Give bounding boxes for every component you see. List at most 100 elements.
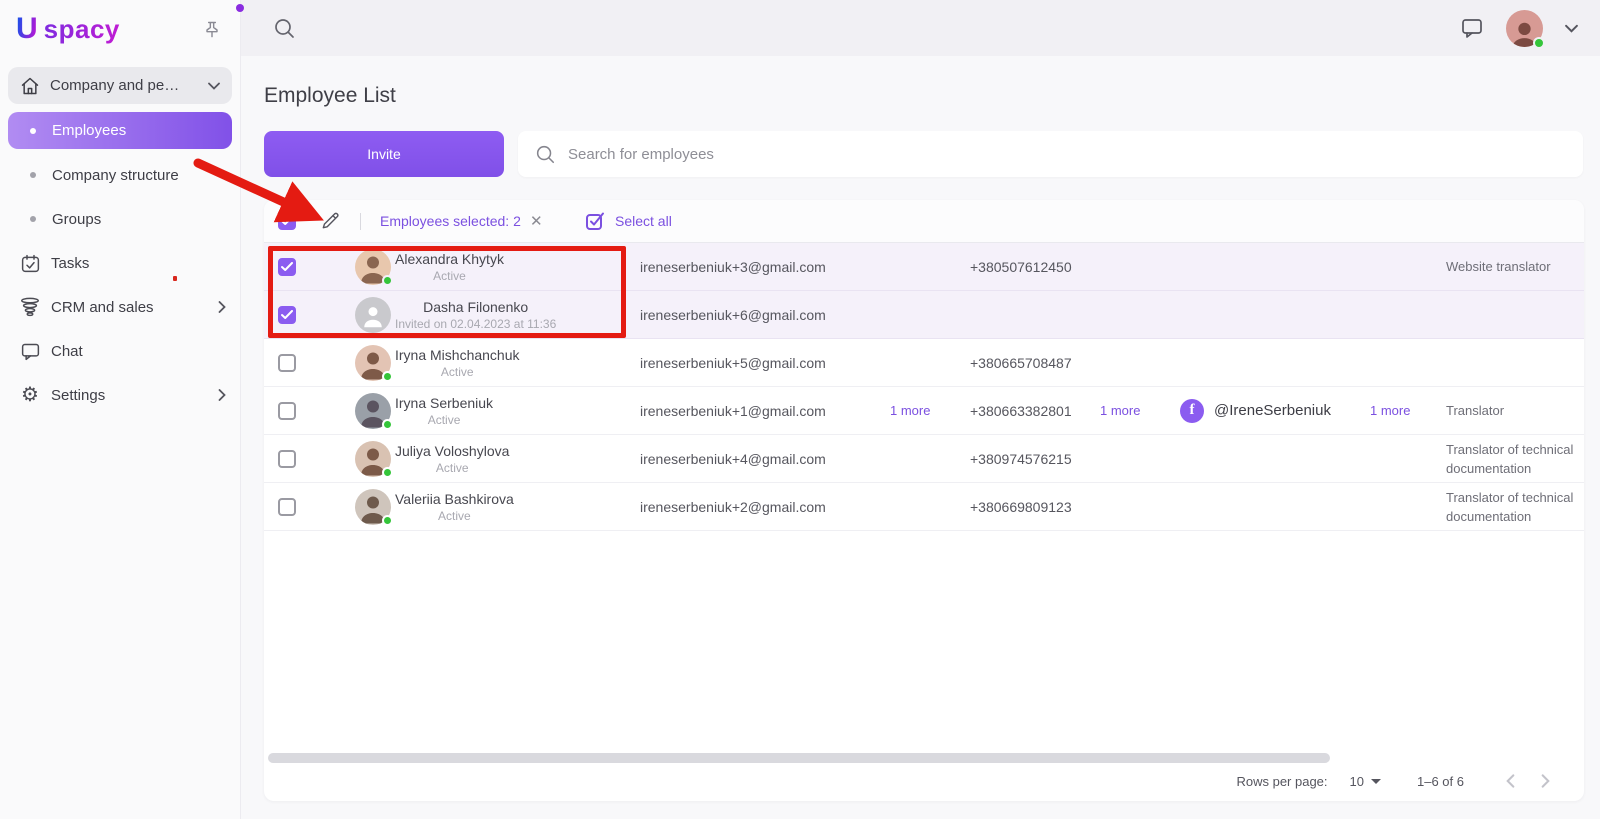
table-row[interactable]: Alexandra Khytyk Active ireneserbeniuk+3@… — [264, 243, 1584, 291]
chevron-right-icon — [218, 389, 226, 401]
avatar — [355, 344, 393, 382]
sidebar-item-settings[interactable]: ⚙ Settings — [0, 373, 240, 417]
more-phones-link[interactable]: 1 more — [1100, 387, 1140, 434]
more-emails-link[interactable]: 1 more — [890, 387, 930, 434]
pin-sidebar-icon[interactable] — [200, 18, 224, 42]
sidebar-item-label: Company structure — [52, 166, 179, 184]
sidebar-item-groups[interactable]: Groups — [0, 197, 240, 241]
next-page-button[interactable] — [1535, 774, 1556, 788]
sidebar-item-chat[interactable]: Chat — [0, 329, 240, 373]
select-all-icon — [586, 212, 604, 230]
profile-menu-chevron-icon[interactable] — [1565, 24, 1578, 33]
home-icon — [20, 76, 40, 96]
online-status-dot — [382, 370, 393, 382]
online-status-dot — [1533, 36, 1545, 49]
chevron-right-icon — [218, 301, 226, 313]
employee-phone: +380669809123 — [970, 498, 1072, 515]
online-status-dot — [382, 418, 393, 430]
employee-phone: +380665708487 — [970, 354, 1072, 371]
sidebar-item-label: Employees — [52, 122, 127, 139]
row-checkbox[interactable] — [278, 353, 296, 372]
more-socials-link[interactable]: 1 more — [1370, 387, 1410, 434]
table-footer: Rows per page: 10 1–6 of 6 — [264, 761, 1584, 801]
rows-per-page-select[interactable]: 10 — [1350, 774, 1381, 789]
facebook-icon[interactable]: f — [1180, 398, 1204, 423]
table-row[interactable]: Juliya Voloshylova Active ireneserbeniuk+… — [264, 435, 1584, 483]
selected-count-label: Employees selected: 2 — [380, 213, 521, 229]
employee-name[interactable]: Iryna Serbeniuk — [395, 395, 493, 411]
online-status-dot — [382, 466, 393, 478]
clear-selection-icon[interactable]: ✕ — [530, 200, 543, 242]
topbar — [241, 0, 1600, 56]
workspace-selector[interactable]: Company and pe… — [8, 67, 232, 104]
employee-status: Active — [435, 460, 469, 475]
table-row[interactable]: Valeriia Bashkirova Active ireneserbeniuk… — [264, 483, 1584, 531]
workspace-label: Company and pe… — [50, 77, 180, 94]
employee-name[interactable]: Juliya Voloshylova — [395, 443, 509, 459]
employee-name[interactable]: Alexandra Khytyk — [395, 251, 504, 267]
sidebar-item-company-structure[interactable]: Company structure — [0, 153, 240, 197]
chevron-down-icon — [208, 82, 220, 90]
row-checkbox[interactable] — [278, 257, 296, 276]
employee-position: Translator of technical documentation — [1446, 441, 1574, 476]
pagination-range: 1–6 of 6 — [1417, 773, 1464, 789]
invite-button[interactable]: Invite — [264, 131, 504, 177]
row-checkbox[interactable] — [278, 449, 296, 468]
employee-search[interactable] — [518, 131, 1583, 177]
employee-email: ireneserbeniuk+4@gmail.com — [640, 450, 826, 467]
employee-email: ireneserbeniuk+5@gmail.com — [640, 354, 826, 371]
table-row[interactable]: Iryna Serbeniuk Active ireneserbeniuk+1@g… — [264, 387, 1584, 435]
uspacy-logo[interactable]: U spacy — [16, 4, 244, 45]
employee-status: Active — [427, 412, 461, 427]
page-title: Employee List — [264, 84, 396, 107]
row-checkbox[interactable] — [278, 401, 296, 420]
edit-selected-icon[interactable] — [320, 200, 340, 242]
sidebar-item-label: CRM and sales — [51, 298, 154, 316]
bullet-icon — [30, 216, 36, 222]
employee-email: ireneserbeniuk+2@gmail.com — [640, 498, 826, 515]
avatar — [355, 392, 393, 430]
header-checkbox[interactable] — [278, 212, 296, 230]
search-input[interactable] — [568, 145, 1567, 163]
row-checkbox[interactable] — [278, 305, 296, 324]
avatar-placeholder — [355, 296, 391, 333]
gear-icon: ⚙ — [21, 384, 39, 406]
employee-phone: +380663382801 — [970, 402, 1072, 419]
sidebar-item-tasks[interactable]: Tasks — [0, 241, 240, 285]
logo-text: spacy — [43, 14, 120, 44]
select-all-button[interactable]: Select all — [585, 200, 672, 242]
employee-email: ireneserbeniuk+3@gmail.com — [640, 258, 826, 275]
rows-per-page-value: 10 — [1349, 773, 1364, 789]
main-content: Employee List Invite Employees selected:… — [241, 56, 1600, 819]
table-row[interactable]: Iryna Mishchanchuk Active ireneserbeniuk+… — [264, 339, 1584, 387]
previous-page-button[interactable] — [1500, 774, 1521, 788]
user-avatar[interactable] — [1506, 9, 1545, 49]
social-handle[interactable]: @IreneSerbeniuk — [1214, 402, 1331, 419]
sidebar-item-label: Tasks — [51, 254, 90, 272]
avatar — [355, 248, 393, 286]
sidebar-item-label: Chat — [51, 342, 83, 360]
sidebar-item-label: Groups — [52, 210, 102, 228]
employee-status: Active — [438, 508, 471, 523]
messages-icon[interactable] — [1460, 16, 1484, 40]
selection-toolbar: Employees selected: 2 ✕ Select all — [264, 200, 1584, 243]
employee-phone: +380507612450 — [970, 258, 1072, 275]
row-checkbox[interactable] — [278, 497, 296, 516]
calendar-check-icon — [18, 253, 42, 274]
avatar — [355, 488, 393, 526]
sidebar-item-employees[interactable]: Employees — [8, 112, 232, 149]
logo-letter-u: U — [16, 12, 38, 45]
online-status-dot — [382, 514, 393, 526]
table-row[interactable]: Dasha Filonenko Invited on 02.04.2023 at … — [264, 291, 1584, 339]
employee-email: ireneserbeniuk+6@gmail.com — [640, 306, 826, 323]
employee-name[interactable]: Dasha Filonenko — [423, 299, 528, 315]
avatar — [355, 440, 393, 478]
rows-per-page-label: Rows per page: — [1236, 773, 1328, 789]
employee-status: Active — [433, 268, 466, 283]
sidebar-item-crm-and-sales[interactable]: CRM and sales — [0, 285, 240, 329]
online-status-dot — [382, 274, 393, 286]
employee-name[interactable]: Iryna Mishchanchuk — [395, 347, 520, 363]
employee-name[interactable]: Valeriia Bashkirova — [395, 491, 514, 507]
employee-status: Invited on 02.04.2023 at 11:36 — [395, 316, 557, 331]
global-search-icon[interactable] — [272, 16, 296, 40]
